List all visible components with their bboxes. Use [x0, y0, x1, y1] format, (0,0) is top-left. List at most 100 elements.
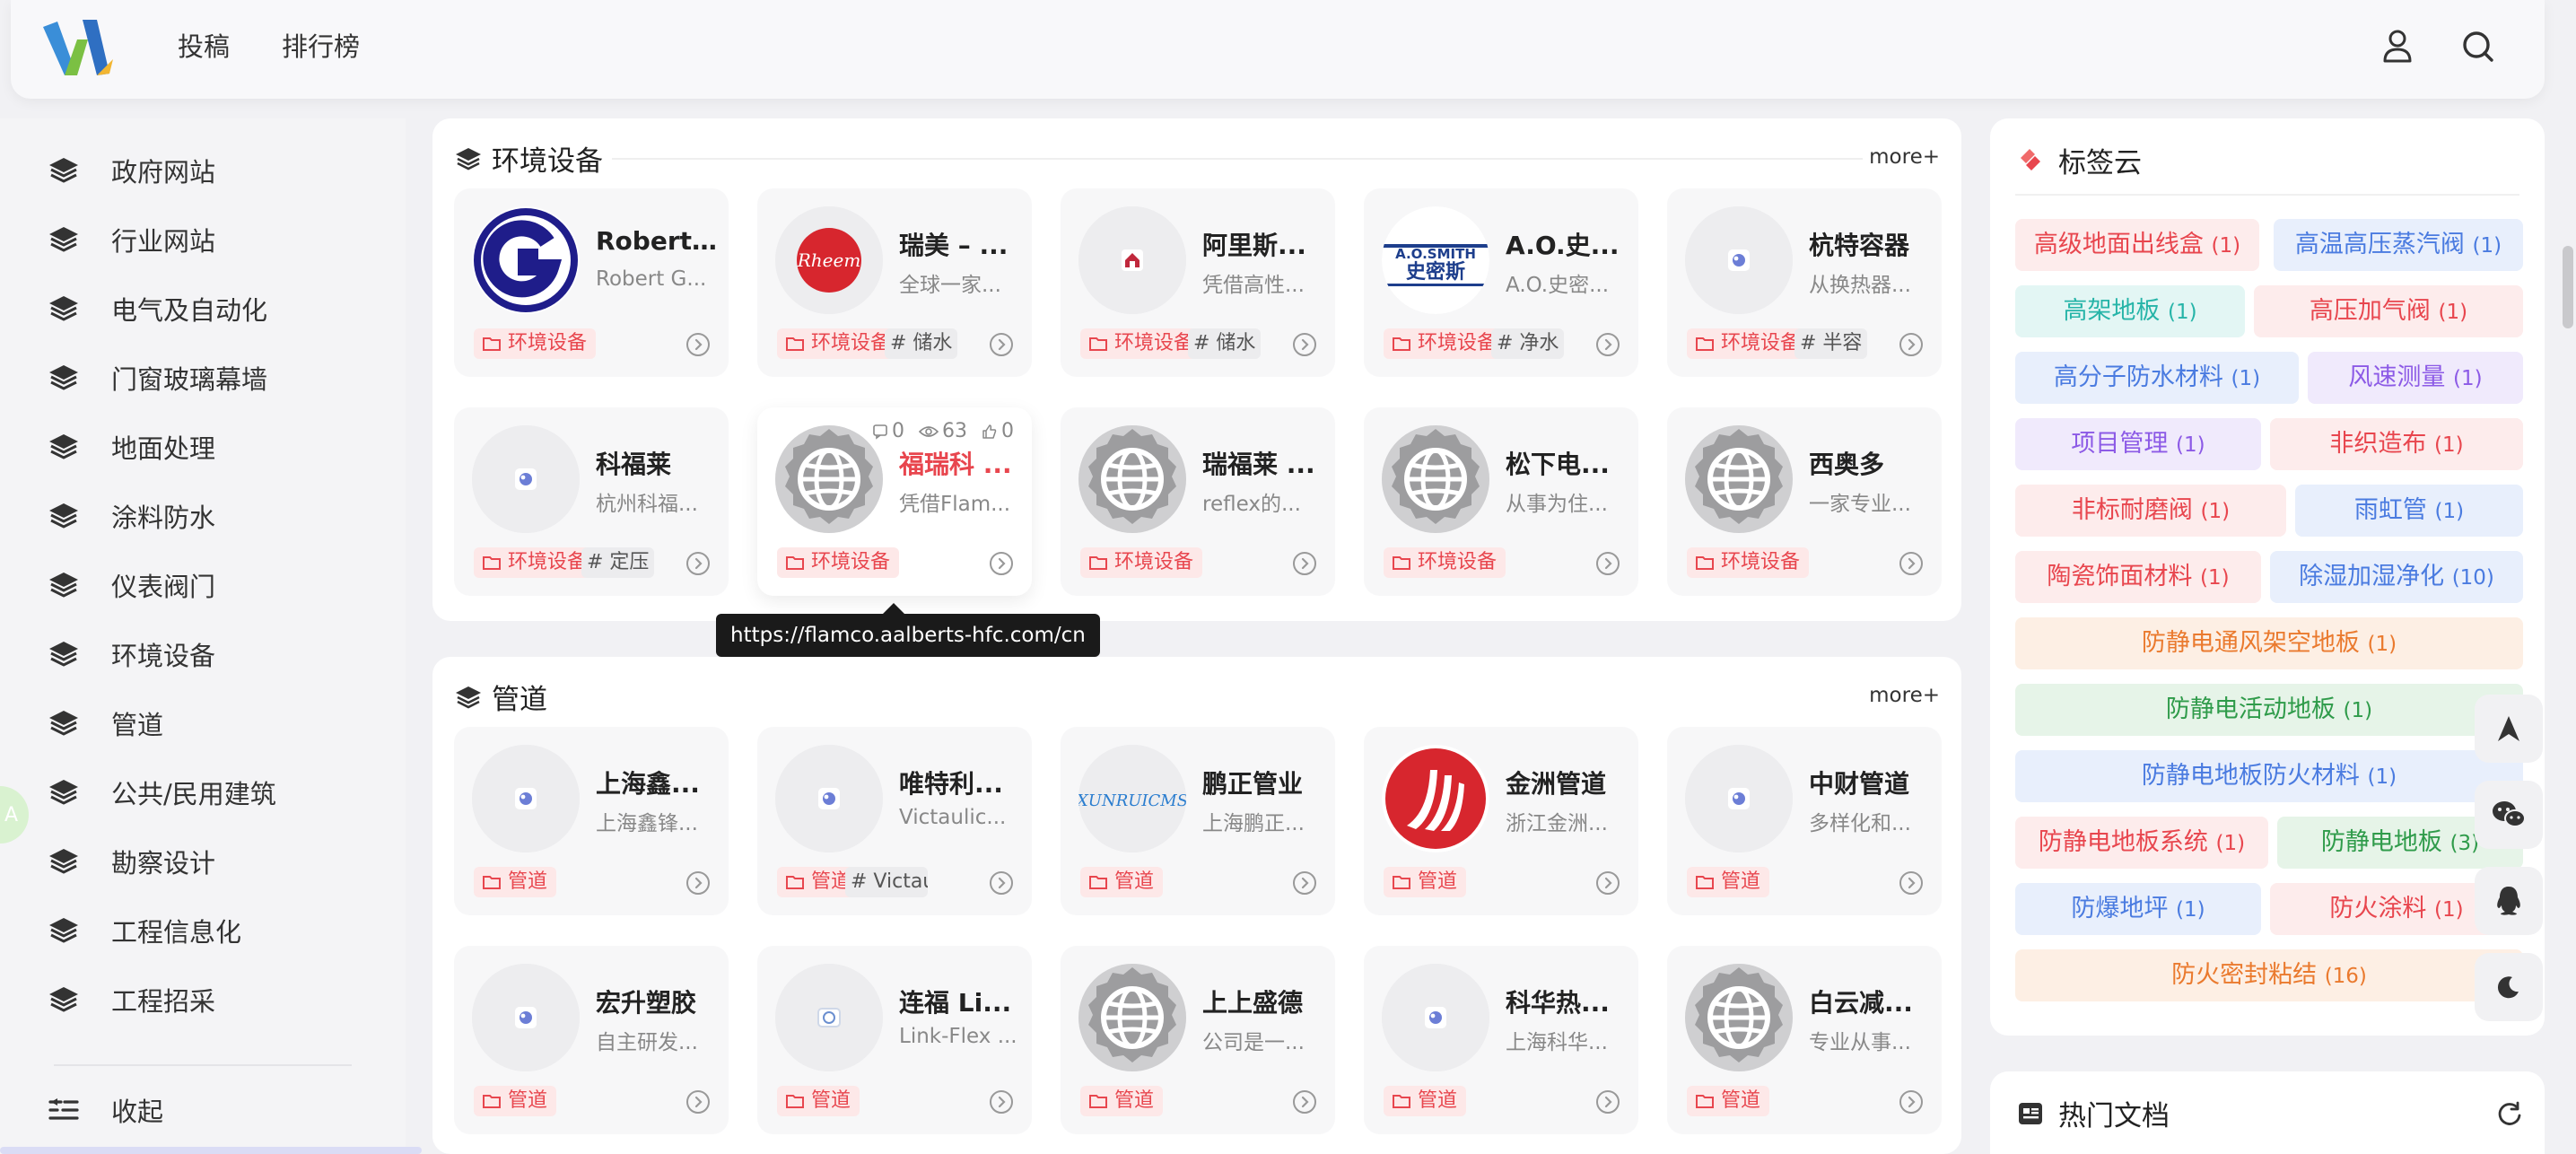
back-to-top-button[interactable] [2475, 695, 2543, 763]
category-tag[interactable]: 管道 [1384, 867, 1467, 897]
sidebar-item[interactable]: 环境设备 [47, 631, 215, 678]
tag-cloud-item[interactable]: 高温高压蒸汽阀 (1) [2274, 219, 2523, 271]
card-name[interactable]: 白云减... [1809, 984, 1931, 1019]
keyword-tag[interactable]: # 储水 [885, 328, 958, 359]
card-name[interactable]: 福瑞科 ... [899, 445, 1021, 481]
card-name[interactable]: 唯特利... [899, 765, 1021, 800]
tag-cloud-item[interactable]: 防静电活动地板 (1) [2015, 684, 2523, 736]
category-tag[interactable]: 环境设备 [474, 547, 597, 578]
sidebar-item[interactable]: 工程信息化 [47, 907, 241, 954]
tag-cloud-item[interactable]: 防爆地坪 (1) [2015, 883, 2261, 935]
sidebar-item[interactable]: 行业网站 [47, 216, 215, 263]
site-card[interactable]: 西奥多 一家专业... 环境设备 [1667, 407, 1942, 596]
chevron-right-circle-icon[interactable] [1292, 870, 1317, 896]
chevron-right-circle-icon[interactable] [989, 551, 1014, 576]
card-name[interactable]: A.O.史... [1506, 226, 1628, 262]
keyword-tag[interactable]: # 储水 [1188, 328, 1262, 359]
card-name[interactable]: 宏升塑胶 [596, 984, 718, 1019]
category-tag[interactable]: 环境设备 [1384, 328, 1506, 359]
site-card[interactable]: A.O.SMITH 史密斯 A.O.史... A.O.史密... 环境设备 # 净水 [1364, 188, 1638, 377]
site-card[interactable]: Robert-... Robert G... 环境设备 [454, 188, 729, 377]
chevron-right-circle-icon[interactable] [1899, 551, 1924, 576]
chevron-right-circle-icon[interactable] [1899, 332, 1924, 357]
category-tag[interactable]: 环境设备 [777, 547, 900, 578]
site-card[interactable]: 福瑞科 ... 凭借Flam... 环境设备 0 63 0 [757, 407, 1032, 596]
keyword-tag[interactable]: # 定压 [581, 547, 655, 578]
site-card[interactable]: 唯特利... Victaulic... 管道# Victaulic [757, 727, 1032, 915]
card-name[interactable]: 瑞福莱 ... [1202, 445, 1324, 481]
dark-mode-button[interactable] [2475, 953, 2543, 1021]
site-card[interactable]: 科华热... 上海科华... 管道 [1364, 946, 1638, 1134]
card-name[interactable]: 连福 Li... [899, 984, 1021, 1019]
chevron-right-circle-icon[interactable] [1899, 870, 1924, 896]
site-card[interactable]: Rheem 瑞美 – ... 全球一家... 环境设备 # 储水 [757, 188, 1032, 377]
tag-cloud-item[interactable]: 防静电地板系统 (1) [2015, 817, 2268, 869]
category-tag[interactable]: 管道 [1080, 1086, 1164, 1116]
site-card[interactable]: 上上盛德 公司是一... 管道 [1061, 946, 1335, 1134]
collapse-button[interactable]: 收起 [47, 1091, 163, 1129]
chevron-right-circle-icon[interactable] [1899, 1089, 1924, 1115]
tag-cloud-item[interactable]: 高级地面出线盒 (1) [2015, 219, 2259, 271]
sidebar-item[interactable]: 仪表阀门 [47, 562, 215, 608]
card-name[interactable]: 上海鑫... [596, 765, 718, 800]
card-name[interactable]: 松下电... [1506, 445, 1628, 481]
category-tag[interactable]: 管道 [474, 867, 557, 897]
card-name[interactable]: 上上盛德 [1202, 984, 1324, 1019]
page-scrollbar[interactable] [2563, 246, 2573, 328]
search-icon[interactable] [2455, 23, 2502, 70]
site-card[interactable]: 金洲管道 浙江金洲... 管道 [1364, 727, 1638, 915]
keyword-tag[interactable]: # Victaulic [845, 867, 928, 897]
tag-cloud-item[interactable]: 除湿加湿净化 (10) [2270, 551, 2523, 603]
sidebar-item[interactable]: 公共/民用建筑 [47, 769, 276, 816]
site-card[interactable]: 阿里斯... 凭借高性... 环境设备 # 储水 [1061, 188, 1335, 377]
user-icon[interactable] [2374, 23, 2421, 70]
nav-ranking[interactable]: 排行榜 [282, 27, 360, 66]
chevron-right-circle-icon[interactable] [685, 1089, 711, 1115]
tag-cloud-item[interactable]: 风速测量 (1) [2308, 352, 2523, 404]
site-card[interactable]: 科福莱 杭州科福... 环境设备 # 定压 [454, 407, 729, 596]
chevron-right-circle-icon[interactable] [685, 870, 711, 896]
card-name[interactable]: 瑞美 – ... [899, 226, 1021, 262]
site-card[interactable]: 上海鑫... 上海鑫锋... 管道 [454, 727, 729, 915]
sidebar-item[interactable]: 管道 [47, 700, 163, 747]
chevron-right-circle-icon[interactable] [989, 1089, 1014, 1115]
sidebar-item[interactable]: 电气及自动化 [47, 285, 267, 332]
category-tag[interactable]: 环境设备 [1687, 328, 1810, 359]
card-name[interactable]: 阿里斯... [1202, 226, 1324, 262]
chevron-right-circle-icon[interactable] [1595, 332, 1620, 357]
sidebar-item[interactable]: 勘察设计 [47, 838, 215, 885]
chevron-right-circle-icon[interactable] [1292, 551, 1317, 576]
tag-cloud-item[interactable]: 高架地板 (1) [2015, 285, 2245, 337]
site-card[interactable]: XUNRUICMS 鹏正管业 上海鹏正... 管道 [1061, 727, 1335, 915]
site-logo[interactable] [38, 13, 115, 83]
card-name[interactable]: 鹏正管业 [1202, 765, 1324, 800]
refresh-icon[interactable] [2496, 1100, 2523, 1127]
more-link[interactable]: more+ [1869, 684, 1940, 707]
chevron-right-circle-icon[interactable] [989, 870, 1014, 896]
site-card[interactable]: 瑞福莱 ... reflex的... 环境设备 [1061, 407, 1335, 596]
site-card[interactable]: 杭特容器 从换热器... 环境设备 # 半容 [1667, 188, 1942, 377]
qq-button[interactable] [2475, 867, 2543, 935]
keyword-tag[interactable]: # 半容 [1794, 328, 1868, 359]
chevron-right-circle-icon[interactable] [1292, 1089, 1317, 1115]
tag-cloud-item[interactable]: 防火密封粘结 (16) [2015, 949, 2523, 1001]
tag-cloud-item[interactable]: 项目管理 (1) [2015, 418, 2261, 470]
sidebar-item[interactable]: 门窗玻璃幕墙 [47, 354, 267, 401]
tag-cloud-item[interactable]: 雨虹管 (1) [2295, 485, 2523, 537]
card-name[interactable]: 科华热... [1506, 984, 1628, 1019]
site-card[interactable]: 白云减... 专业从事... 管道 [1667, 946, 1942, 1134]
sidebar-item[interactable]: 涂料防水 [47, 493, 215, 539]
category-tag[interactable]: 管道 [1687, 867, 1770, 897]
more-link[interactable]: more+ [1869, 145, 1940, 169]
category-tag[interactable]: 管道 [777, 1086, 860, 1116]
card-name[interactable]: 中财管道 [1809, 765, 1931, 800]
chevron-right-circle-icon[interactable] [989, 332, 1014, 357]
tag-cloud-item[interactable]: 高压加气阀 (1) [2254, 285, 2523, 337]
chevron-right-circle-icon[interactable] [1595, 1089, 1620, 1115]
card-name[interactable]: 西奥多 [1809, 445, 1931, 481]
keyword-tag[interactable]: # 净水 [1491, 328, 1565, 359]
chevron-right-circle-icon[interactable] [1595, 551, 1620, 576]
chevron-right-circle-icon[interactable] [1292, 332, 1317, 357]
card-name[interactable]: Robert-... [596, 226, 718, 256]
category-tag[interactable]: 环境设备 [1080, 547, 1203, 578]
